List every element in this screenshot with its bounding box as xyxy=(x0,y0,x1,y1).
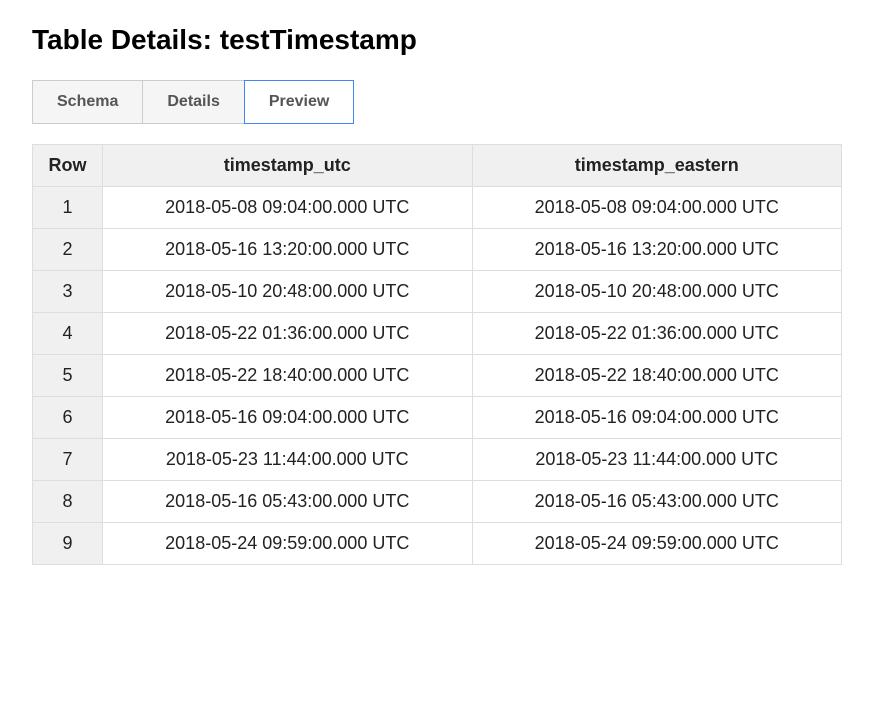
table-row: 82018-05-16 05:43:00.000 UTC2018-05-16 0… xyxy=(33,481,842,523)
cell-timestamp-utc: 2018-05-22 01:36:00.000 UTC xyxy=(103,313,473,355)
tab-bar: Schema Details Preview xyxy=(32,80,842,124)
table-row: 42018-05-22 01:36:00.000 UTC2018-05-22 0… xyxy=(33,313,842,355)
cell-timestamp-eastern: 2018-05-23 11:44:00.000 UTC xyxy=(472,439,842,481)
cell-timestamp-eastern: 2018-05-10 20:48:00.000 UTC xyxy=(472,271,842,313)
row-number: 2 xyxy=(33,229,103,271)
table-row: 12018-05-08 09:04:00.000 UTC2018-05-08 0… xyxy=(33,187,842,229)
table-row: 72018-05-23 11:44:00.000 UTC2018-05-23 1… xyxy=(33,439,842,481)
table-row: 32018-05-10 20:48:00.000 UTC2018-05-10 2… xyxy=(33,271,842,313)
cell-timestamp-eastern: 2018-05-22 01:36:00.000 UTC xyxy=(472,313,842,355)
cell-timestamp-eastern: 2018-05-16 09:04:00.000 UTC xyxy=(472,397,842,439)
data-table: Row timestamp_utc timestamp_eastern 1201… xyxy=(32,144,842,565)
cell-timestamp-utc: 2018-05-08 09:04:00.000 UTC xyxy=(103,187,473,229)
row-number: 4 xyxy=(33,313,103,355)
cell-timestamp-eastern: 2018-05-08 09:04:00.000 UTC xyxy=(472,187,842,229)
page-title: Table Details: testTimestamp xyxy=(32,24,842,56)
cell-timestamp-utc: 2018-05-24 09:59:00.000 UTC xyxy=(103,523,473,565)
cell-timestamp-utc: 2018-05-16 09:04:00.000 UTC xyxy=(103,397,473,439)
row-number: 1 xyxy=(33,187,103,229)
column-header-timestamp-utc: timestamp_utc xyxy=(103,145,473,187)
cell-timestamp-eastern: 2018-05-16 05:43:00.000 UTC xyxy=(472,481,842,523)
table-row: 92018-05-24 09:59:00.000 UTC2018-05-24 0… xyxy=(33,523,842,565)
row-number: 3 xyxy=(33,271,103,313)
cell-timestamp-utc: 2018-05-22 18:40:00.000 UTC xyxy=(103,355,473,397)
column-header-timestamp-eastern: timestamp_eastern xyxy=(472,145,842,187)
row-number: 5 xyxy=(33,355,103,397)
cell-timestamp-utc: 2018-05-16 13:20:00.000 UTC xyxy=(103,229,473,271)
tab-preview[interactable]: Preview xyxy=(244,80,354,124)
tab-details[interactable]: Details xyxy=(142,80,244,124)
table-row: 62018-05-16 09:04:00.000 UTC2018-05-16 0… xyxy=(33,397,842,439)
row-number: 6 xyxy=(33,397,103,439)
cell-timestamp-eastern: 2018-05-22 18:40:00.000 UTC xyxy=(472,355,842,397)
tab-schema[interactable]: Schema xyxy=(32,80,143,124)
cell-timestamp-eastern: 2018-05-24 09:59:00.000 UTC xyxy=(472,523,842,565)
column-header-row: Row xyxy=(33,145,103,187)
table-row: 52018-05-22 18:40:00.000 UTC2018-05-22 1… xyxy=(33,355,842,397)
row-number: 9 xyxy=(33,523,103,565)
cell-timestamp-utc: 2018-05-23 11:44:00.000 UTC xyxy=(103,439,473,481)
cell-timestamp-utc: 2018-05-16 05:43:00.000 UTC xyxy=(103,481,473,523)
row-number: 7 xyxy=(33,439,103,481)
table-row: 22018-05-16 13:20:00.000 UTC2018-05-16 1… xyxy=(33,229,842,271)
row-number: 8 xyxy=(33,481,103,523)
cell-timestamp-eastern: 2018-05-16 13:20:00.000 UTC xyxy=(472,229,842,271)
cell-timestamp-utc: 2018-05-10 20:48:00.000 UTC xyxy=(103,271,473,313)
